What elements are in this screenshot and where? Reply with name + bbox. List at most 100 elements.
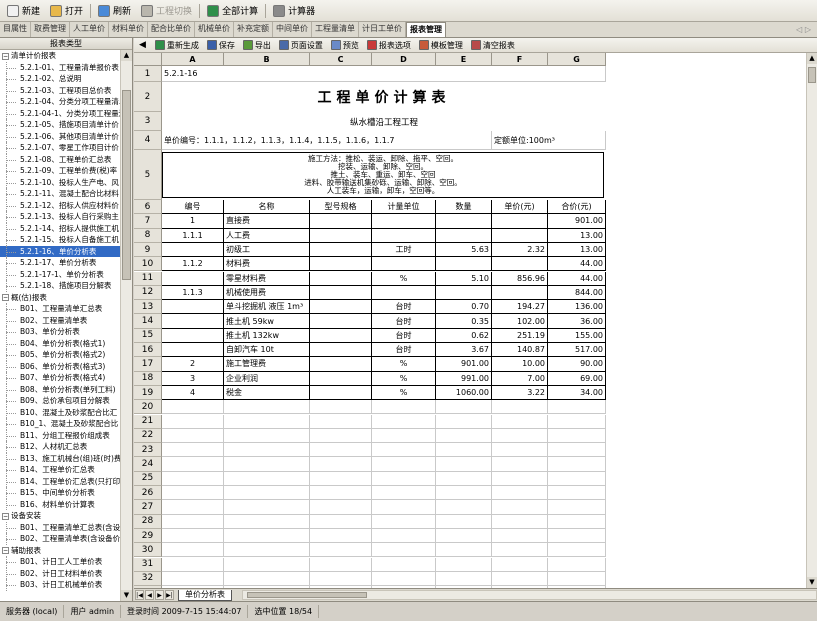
sidebar-scrollbar[interactable]: ▲ ▼: [120, 50, 132, 601]
tree-item[interactable]: B01、工程量清单汇总表(含设: [0, 521, 121, 534]
tab-材料单价[interactable]: 材料单价: [109, 22, 148, 37]
table-cell[interactable]: 90.00: [548, 357, 606, 372]
row-header[interactable]: 12: [134, 285, 162, 301]
empty-cell[interactable]: [372, 571, 436, 587]
tab-配合比单价[interactable]: 配合比单价: [148, 22, 195, 37]
row-header[interactable]: 13: [134, 300, 162, 315]
empty-cell[interactable]: [224, 528, 310, 544]
table-cell[interactable]: 991.00: [436, 371, 492, 386]
table-cell[interactable]: [436, 285, 492, 301]
empty-cell[interactable]: [548, 543, 606, 558]
empty-cell[interactable]: [310, 486, 372, 501]
tree-item[interactable]: 5.2.1-03、工程项目总价表: [0, 84, 121, 97]
table-cell[interactable]: [372, 285, 436, 301]
table-cell[interactable]: 44.00: [548, 257, 606, 272]
empty-cell[interactable]: [492, 400, 548, 415]
tree-item[interactable]: 5.2.1-10、投标人生产电、风: [0, 176, 121, 189]
tab-补充定额[interactable]: 补充定额: [234, 22, 273, 37]
table-cell[interactable]: 3: [162, 371, 224, 386]
report-button-page-setup[interactable]: 页面设置: [275, 39, 327, 52]
table-cell[interactable]: [162, 271, 224, 286]
empty-cell[interactable]: [436, 528, 492, 544]
empty-cell[interactable]: [310, 543, 372, 558]
empty-cell[interactable]: [436, 557, 492, 572]
tree-item[interactable]: 5.2.1-09、工程单价费(税)率: [0, 165, 121, 177]
table-cell[interactable]: 自卸汽车 10t: [224, 343, 310, 358]
table-cell[interactable]: [310, 357, 372, 372]
table-cell[interactable]: 517.00: [548, 343, 606, 358]
table-cell[interactable]: 1060.00: [436, 385, 492, 401]
collapse-toggle-icon[interactable]: −: [2, 52, 9, 60]
table-cell[interactable]: 1.1.1: [162, 228, 224, 243]
empty-cell[interactable]: [548, 414, 606, 429]
row-header[interactable]: 32: [134, 571, 162, 587]
table-cell[interactable]: 台时: [372, 328, 436, 343]
report-code-cell[interactable]: 5.2.1-16: [162, 66, 606, 82]
table-cell[interactable]: [162, 328, 224, 343]
table-cell[interactable]: 13.00: [548, 242, 606, 258]
row-header[interactable]: 24: [134, 457, 162, 472]
empty-cell[interactable]: [436, 428, 492, 444]
sheet-corner[interactable]: [134, 53, 162, 66]
table-cell[interactable]: 推土机 132kw: [224, 328, 310, 343]
empty-cell[interactable]: [436, 571, 492, 587]
empty-cell[interactable]: [310, 400, 372, 415]
tree-item[interactable]: B14、工程单价汇总表: [0, 464, 121, 476]
row-header[interactable]: 2: [134, 82, 162, 112]
toolbar-button-calculator[interactable]: 计算器: [268, 2, 320, 20]
sheet-nav-arrow-icon[interactable]: ▶: [155, 590, 164, 600]
scroll-up-arrow-icon[interactable]: ▲: [807, 53, 817, 64]
row-header[interactable]: 31: [134, 557, 162, 572]
table-cell[interactable]: [310, 385, 372, 401]
table-cell[interactable]: [310, 257, 372, 272]
row-header[interactable]: 30: [134, 543, 162, 558]
empty-cell[interactable]: [548, 471, 606, 486]
tree-item[interactable]: B07、单价分析表(格式4): [0, 372, 121, 384]
table-cell[interactable]: 140.87: [492, 343, 548, 358]
empty-cell[interactable]: [372, 414, 436, 429]
tree-item[interactable]: 5.2.1-17-1、单价分析表: [0, 268, 121, 281]
row-header[interactable]: 22: [134, 428, 162, 444]
tab-计日工单价[interactable]: 计日工单价: [359, 22, 406, 37]
sheet-scroll-thumb[interactable]: [808, 67, 816, 83]
table-cell[interactable]: 5.63: [436, 242, 492, 258]
empty-cell[interactable]: [310, 414, 372, 429]
empty-cell[interactable]: [224, 471, 310, 486]
empty-cell[interactable]: [548, 443, 606, 458]
empty-cell[interactable]: [492, 428, 548, 444]
tree-item[interactable]: 5.2.1-15、投标人自备施工机: [0, 234, 121, 246]
sheet-horizontal-scrollbar[interactable]: [242, 590, 817, 600]
tree-item[interactable]: B15、中间单价分析表: [0, 487, 121, 499]
tab-人工单价[interactable]: 人工单价: [70, 22, 109, 37]
tree-item[interactable]: B09、总价承包项目分解表: [0, 395, 121, 407]
tree-item[interactable]: B16、材料单价计算表: [0, 498, 121, 511]
row-header[interactable]: 29: [134, 528, 162, 544]
report-button-regenerate[interactable]: 重新生成: [151, 39, 203, 52]
table-cell[interactable]: 3.67: [436, 343, 492, 358]
column-header[interactable]: A: [162, 53, 224, 66]
tab-取费管理[interactable]: 取费管理: [31, 22, 70, 37]
tree-item[interactable]: 5.2.1-05、措施项目清单计价: [0, 119, 121, 131]
row-header[interactable]: 15: [134, 328, 162, 343]
row-header[interactable]: 7: [134, 214, 162, 229]
tree-item[interactable]: B05、单价分析表(格式2): [0, 349, 121, 361]
row-header[interactable]: 16: [134, 343, 162, 358]
toolbar-button-refresh[interactable]: 刷新: [93, 2, 136, 20]
scroll-up-arrow-icon[interactable]: ▲: [121, 50, 132, 61]
tab-报表管理[interactable]: 报表管理: [406, 22, 446, 37]
table-header-cell[interactable]: 数量: [436, 200, 492, 215]
table-cell[interactable]: [310, 300, 372, 315]
table-cell[interactable]: [162, 314, 224, 329]
table-cell[interactable]: 69.00: [548, 371, 606, 386]
empty-cell[interactable]: [162, 543, 224, 558]
empty-cell[interactable]: [492, 471, 548, 486]
empty-cell[interactable]: [162, 443, 224, 458]
table-cell[interactable]: 零星材料费: [224, 271, 310, 286]
empty-cell[interactable]: [372, 428, 436, 444]
table-cell[interactable]: 工时: [372, 242, 436, 258]
tree-item[interactable]: 5.2.1-11、混凝土配合比材料: [0, 188, 121, 200]
empty-cell[interactable]: [162, 471, 224, 486]
table-cell[interactable]: 1.1.3: [162, 285, 224, 301]
column-header[interactable]: G: [548, 53, 606, 66]
empty-cell[interactable]: [310, 500, 372, 515]
